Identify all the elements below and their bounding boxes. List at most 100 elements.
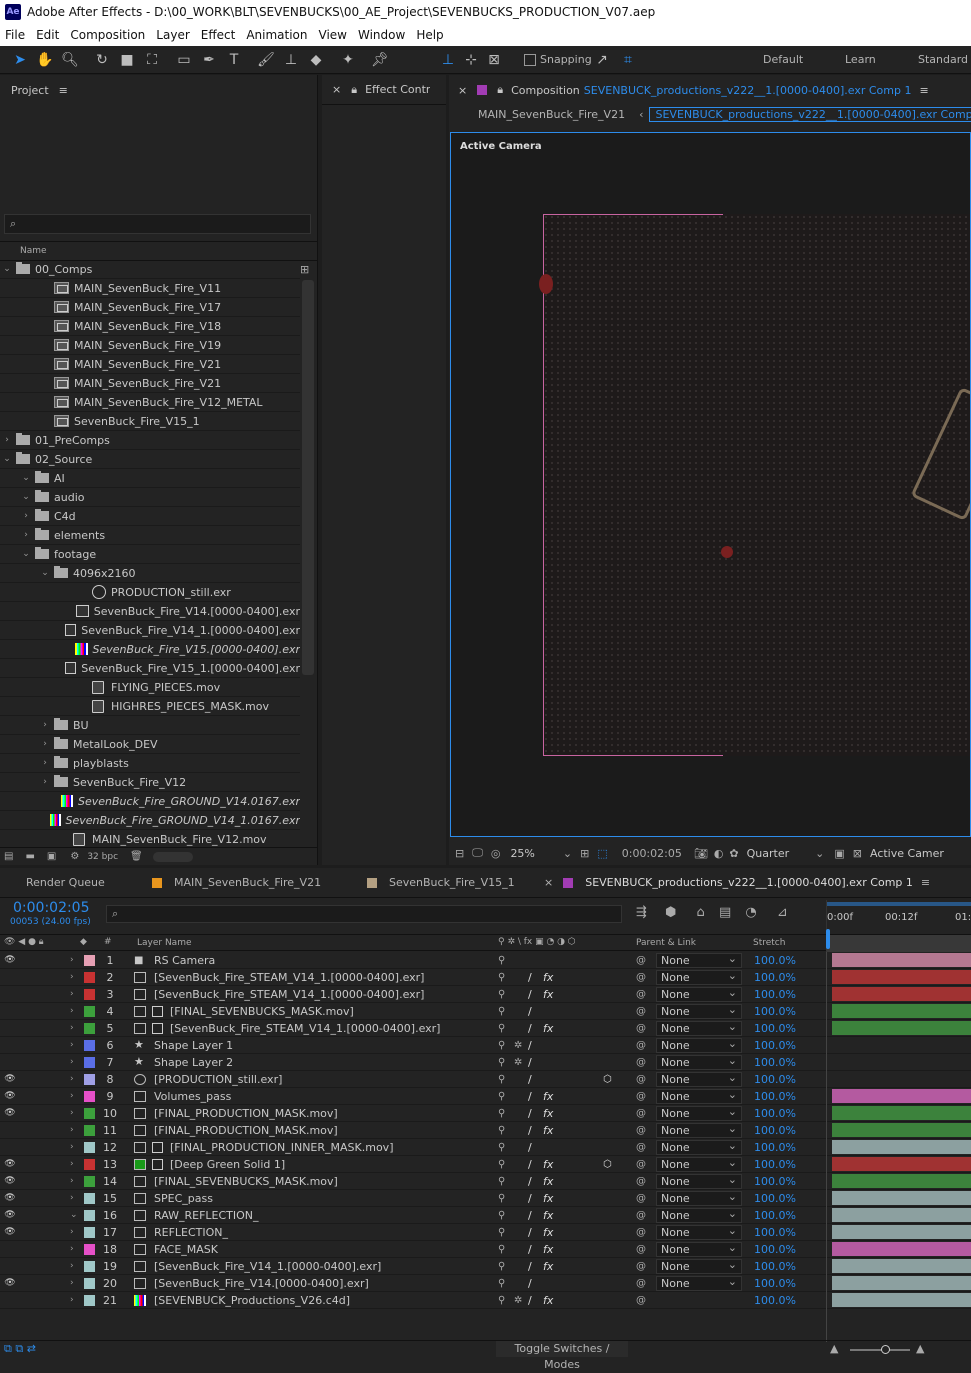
label-color-swatch[interactable]: [84, 1176, 95, 1187]
shy-switch-icon[interactable]: ⚲: [498, 1278, 505, 1289]
pick-whip-icon[interactable]: @: [636, 1006, 646, 1017]
parent-select[interactable]: None: [656, 1173, 742, 1189]
quality-switch-icon[interactable]: /: [528, 1192, 532, 1205]
label-color-swatch[interactable]: [84, 1295, 95, 1306]
layer-name[interactable]: [FINAL_PRODUCTION_MASK.mov]: [154, 1107, 338, 1120]
flowchart-icon[interactable]: ⊞: [300, 263, 309, 276]
layer-name[interactable]: REFLECTION_: [154, 1226, 228, 1239]
layer-duration-bar[interactable]: [832, 1004, 971, 1018]
parent-select[interactable]: None: [656, 986, 742, 1002]
3d-layer-icon[interactable]: ⬡: [603, 1074, 612, 1085]
time-zoom-handle[interactable]: [881, 1345, 890, 1354]
layer-name[interactable]: FACE_MASK: [154, 1243, 218, 1256]
parent-select[interactable]: None: [656, 1258, 742, 1274]
pick-whip-icon[interactable]: @: [636, 1108, 646, 1119]
collapse-switch-icon[interactable]: ✲: [514, 1057, 522, 1068]
menu-effect[interactable]: Effect: [196, 28, 242, 42]
color-channel-icon[interactable]: ✿: [729, 847, 738, 860]
project-item[interactable]: MAIN_SevenBuck_Fire_V12_METAL: [0, 393, 300, 412]
stretch-value[interactable]: 100.0%: [754, 1107, 796, 1120]
chevron-right-icon[interactable]: ›: [70, 1227, 74, 1237]
chevron-down-icon[interactable]: ⌄: [21, 549, 31, 559]
layer-duration-bar[interactable]: [832, 1293, 971, 1307]
pick-whip-icon[interactable]: @: [636, 1193, 646, 1204]
visibility-eye-icon[interactable]: 👁︎: [4, 1074, 16, 1084]
stretch-value[interactable]: 100.0%: [754, 1039, 796, 1052]
layer-name[interactable]: [Deep Green Solid 1]: [170, 1158, 285, 1171]
layer-name[interactable]: [FINAL_SEVENBUCKS_MASK.mov]: [170, 1005, 354, 1018]
layer-duration-bar[interactable]: [832, 1123, 971, 1137]
layer-name[interactable]: [SevenBuck_Fire_STEAM_V14_1.[0000-0400].…: [170, 1022, 440, 1035]
chevron-right-icon[interactable]: ›: [2, 435, 12, 445]
parent-select[interactable]: None: [656, 1156, 742, 1172]
layer-name[interactable]: [FINAL_PRODUCTION_INNER_MASK.mov]: [170, 1141, 393, 1154]
thumbnail-scroll[interactable]: [152, 851, 193, 862]
close-icon[interactable]: ×: [458, 84, 467, 97]
chevron-down-icon[interactable]: ⌄: [21, 492, 31, 502]
fx-switch-icon[interactable]: fx: [543, 1209, 553, 1222]
stretch-value[interactable]: 100.0%: [754, 1124, 796, 1137]
quality-switch-icon[interactable]: /: [528, 1209, 532, 1222]
stretch-value[interactable]: 100.0%: [754, 1090, 796, 1103]
visibility-eye-icon[interactable]: 👁︎: [4, 1176, 16, 1186]
label-color-swatch[interactable]: [84, 1074, 95, 1085]
layer-name[interactable]: [SEVENBUCK_Productions_V26.c4d]: [154, 1294, 350, 1307]
quality-switch-icon[interactable]: /: [528, 1124, 532, 1137]
chevron-right-icon[interactable]: ›: [70, 1176, 74, 1186]
graph-editor-icon[interactable]: ⊿: [777, 905, 788, 920]
project-item[interactable]: MAIN_SevenBuck_Fire_V18: [0, 317, 300, 336]
project-panel-title[interactable]: Project: [11, 84, 49, 97]
project-item[interactable]: SevenBuck_Fire_V14.[0000-0400].exr: [0, 602, 300, 621]
tab-render-queue[interactable]: Render Queue: [26, 876, 105, 889]
quality-switch-icon[interactable]: /: [528, 988, 532, 1001]
type-tool-icon[interactable]: T: [224, 50, 244, 70]
layer-duration-bar[interactable]: [832, 1208, 971, 1222]
label-color-swatch[interactable]: [84, 955, 95, 966]
project-item[interactable]: SevenBuck_Fire_V14_1.[0000-0400].exr: [0, 621, 300, 640]
parent-select[interactable]: None: [656, 1003, 742, 1019]
hand-tool-icon[interactable]: ✋: [35, 50, 55, 70]
layer-duration-bar[interactable]: [832, 1089, 971, 1103]
project-item[interactable]: MAIN_SevenBuck_Fire_V21: [0, 355, 300, 374]
lock-icon[interactable]: 🔒︎: [351, 83, 357, 97]
monitor-icon[interactable]: 🖵︎: [472, 846, 483, 860]
delete-icon[interactable]: 🗑︎: [130, 851, 143, 862]
pick-whip-icon[interactable]: @: [636, 1023, 646, 1034]
interpret-footage-icon[interactable]: ▤: [4, 851, 13, 862]
chevron-right-icon[interactable]: ›: [70, 1193, 74, 1203]
parent-select[interactable]: None: [656, 1275, 742, 1291]
chevron-right-icon[interactable]: ›: [70, 1295, 74, 1305]
chevron-down-icon[interactable]: ⌄: [70, 1210, 78, 1220]
workspace-learn[interactable]: Learn: [845, 53, 876, 66]
collapse-switch-icon[interactable]: ✲: [514, 1295, 522, 1306]
tab-main-sevenbuck-v21[interactable]: MAIN_SevenBuck_Fire_V21: [152, 876, 321, 889]
fx-switch-icon[interactable]: fx: [543, 1175, 553, 1188]
project-item[interactable]: SevenBuck_Fire_V15_1.[0000-0400].exr: [0, 659, 300, 678]
menu-view[interactable]: View: [314, 28, 353, 42]
pick-whip-icon[interactable]: @: [636, 1295, 646, 1306]
stretch-value[interactable]: 100.0%: [754, 988, 796, 1001]
shy-switch-icon[interactable]: ⚲: [498, 972, 505, 983]
parent-select[interactable]: None: [656, 1037, 742, 1053]
frame-blending-icon[interactable]: ▤: [719, 905, 731, 920]
zoom-in-icon[interactable]: ▲: [916, 1342, 924, 1355]
region-icon[interactable]: ⊠: [853, 847, 862, 860]
project-settings-icon[interactable]: ⚙: [70, 851, 79, 862]
fx-switch-icon[interactable]: fx: [543, 1124, 553, 1137]
pick-whip-icon[interactable]: @: [636, 955, 646, 966]
av-switches-header[interactable]: 👁︎ ◀ ● 🔒︎: [4, 937, 44, 947]
shy-switch-icon[interactable]: ⚲: [498, 1227, 505, 1238]
eraser-tool-icon[interactable]: ◆: [306, 50, 326, 70]
roi-icon[interactable]: ⬚: [597, 847, 607, 860]
shy-switch-icon[interactable]: ⚲: [498, 1057, 505, 1068]
layer-name[interactable]: [SevenBuck_Fire_V14_1.[0000-0400].exr]: [154, 1260, 381, 1273]
label-column-icon[interactable]: ◆: [80, 937, 87, 947]
breadcrumb-prev[interactable]: MAIN_SevenBuck_Fire_V21: [478, 108, 625, 121]
chevron-right-icon[interactable]: ›: [70, 1006, 74, 1016]
chevron-right-icon[interactable]: ›: [40, 758, 50, 768]
fx-switch-icon[interactable]: fx: [543, 988, 553, 1001]
chevron-right-icon[interactable]: ›: [70, 955, 74, 965]
layer-name[interactable]: [SevenBuck_Fire_V14.[0000-0400].exr]: [154, 1277, 369, 1290]
layer-name[interactable]: [SevenBuck_Fire_STEAM_V14_1.[0000-0400].…: [154, 971, 424, 984]
collapse-switch-icon[interactable]: ✲: [514, 1040, 522, 1051]
